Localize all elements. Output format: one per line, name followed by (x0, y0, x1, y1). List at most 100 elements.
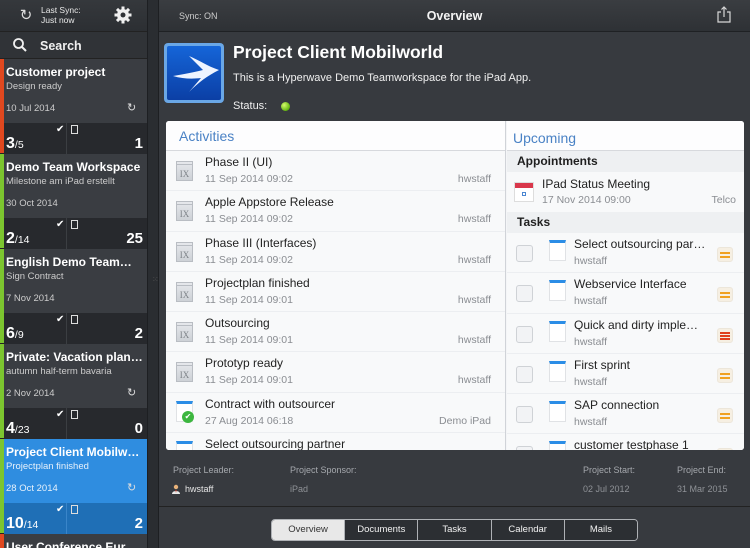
page-title: Overview (426, 9, 483, 23)
project-list-item[interactable]: Customer project Design ready 10 Jul 2014 ↻… (0, 59, 147, 154)
activity-date: 27 Aug 2014 06:18 (205, 414, 294, 427)
content-panels: Activities IX Phase II (UI) 11 Sep 2014 09… (166, 121, 744, 450)
project-start-label: Project Start: (583, 465, 636, 475)
document-count: 0 (134, 420, 143, 437)
appointments-list: IPad Status Meeting 17 Nov 2014 09:00 Telc… (507, 172, 744, 212)
tab-tasks[interactable]: Tasks (417, 520, 491, 540)
task-progress: 3/5 (6, 135, 24, 153)
share-icon[interactable] (716, 5, 732, 24)
appointment-row[interactable]: IPad Status Meeting 17 Nov 2014 09:00 Telc… (507, 172, 744, 212)
appointment-date: 17 Nov 2014 09:00 (542, 194, 631, 206)
project-item-subtitle: Sign Contract (6, 271, 64, 282)
activity-user: hwstaff (457, 173, 491, 185)
task-progress: 2/14 (6, 230, 30, 248)
segmented-tabs: Overview Documents Tasks Calendar Mails (271, 519, 638, 541)
project-item-title: Private: Vacation plan… (6, 350, 143, 364)
document-count: 2 (134, 515, 143, 532)
task-row[interactable]: Quick and dirty imple… hwstaff (507, 313, 744, 354)
priority-icon (717, 327, 733, 343)
project-list-item[interactable]: User Conference Eur… (0, 534, 147, 548)
activity-date: 11 Sep 2014 09:01 (205, 334, 293, 347)
tasks-done: 2 (6, 230, 15, 247)
project-info: Project Leader: hwstaff Project Sponsor:… (159, 455, 750, 507)
project-item-stats: ✔ 6/9 2 (4, 313, 147, 344)
document-count: 2 (134, 325, 143, 342)
milestone-icon: IX (176, 322, 193, 343)
sync-icon: ↻ (127, 102, 137, 114)
tasks-total: /14 (23, 519, 39, 531)
project-item-stats: ✔ 4/23 0 (4, 408, 147, 439)
task-checkbox[interactable] (516, 285, 533, 303)
project-leader-value[interactable]: hwstaff (185, 484, 213, 494)
task-row[interactable]: customer testphase 1 (507, 434, 744, 450)
task-icon (549, 401, 566, 423)
project-list-item[interactable]: Project Client Mobilw… Projectplan finish… (0, 439, 147, 534)
task-row[interactable]: Webservice Interface hwstaff (507, 273, 744, 314)
activity-date: 11 Sep 2014 09:02 (205, 213, 293, 226)
sidebar-header: ↻ Last Sync: Just now (0, 0, 147, 32)
user-icon (172, 484, 180, 494)
task-icon (549, 280, 566, 302)
task-row[interactable]: First sprint hwstaff (507, 353, 744, 395)
split-view-divider[interactable]: ⁙ (147, 0, 159, 548)
last-sync-label: Last Sync: (41, 5, 81, 15)
activity-title: Phase II (UI) (205, 155, 273, 169)
project-item-subtitle: Milestone am iPad erstellt (6, 176, 115, 187)
gear-icon[interactable] (113, 5, 133, 25)
sidebar: ↻ Last Sync: Just now Search Customer pr… (0, 0, 147, 548)
project-header: Project Client Mobilworld This is a Hype… (159, 32, 750, 120)
appointment-title: IPad Status Meeting (542, 177, 651, 191)
project-item-date: 2 Nov 2014 (6, 388, 55, 399)
task-checkbox[interactable] (516, 446, 533, 450)
activity-title: Projectplan finished (205, 275, 310, 290)
drag-handle-icon[interactable]: ⁙ (152, 275, 159, 287)
tab-mails[interactable]: Mails (563, 520, 637, 540)
activity-title: Apple Appstore Release (205, 195, 334, 210)
project-logo (164, 43, 224, 103)
priority-icon (717, 287, 733, 303)
priority-icon (717, 247, 733, 262)
sync-icon: ↻ (127, 387, 137, 399)
project-item-title: English Demo Team… (6, 255, 132, 269)
task-icon (549, 320, 566, 342)
activities-panel: Activities IX Phase II (UI) 11 Sep 2014 09… (166, 121, 506, 450)
task-checkbox[interactable] (516, 406, 533, 424)
activity-row[interactable]: ✔ Contract with outsourcer 27 Aug 2014 06:… (166, 392, 505, 434)
task-title: customer testphase 1 (574, 438, 689, 450)
activity-row[interactable]: IX Phase II (UI) 11 Sep 2014 09:02 hwstaff (166, 151, 505, 192)
project-list-item[interactable]: English Demo Team… Sign Contract 7 Nov 201… (0, 249, 147, 344)
project-color-stripe (0, 534, 4, 548)
task-row[interactable]: SAP connection hwstaff (507, 394, 744, 435)
task-row[interactable]: Select outsourcing par… hwstaff (507, 233, 744, 274)
project-item-subtitle: autumn half-term bavaria (6, 366, 112, 377)
activity-row[interactable]: IX Outsourcing 11 Sep 2014 09:01 hwstaff (166, 312, 505, 353)
activity-title: Phase III (Interfaces) (205, 235, 317, 250)
activity-row[interactable]: IX Apple Appstore Release 11 Sep 2014 09:0… (166, 191, 505, 232)
task-checkbox[interactable] (516, 325, 533, 343)
task-progress: 10/14 (6, 515, 38, 533)
activity-title: Select outsourcing partner (205, 437, 346, 450)
project-list-item[interactable]: Demo Team Workspace Milestone am iPad ers… (0, 154, 147, 249)
tab-calendar[interactable]: Calendar (490, 520, 564, 540)
tasks-total: /9 (14, 329, 24, 341)
tasks-done: 10 (6, 515, 24, 532)
milestone-icon: IX (176, 161, 193, 181)
activity-row[interactable]: Select outsourcing partner (166, 433, 505, 450)
sync-icon[interactable]: ↻ (18, 8, 34, 24)
activity-row[interactable]: IX Projectplan finished 11 Sep 2014 09:01 h… (166, 271, 505, 313)
task-checkbox[interactable] (516, 365, 533, 383)
tasks-list: Select outsourcing par… hwstaff Webservice… (507, 233, 744, 450)
tab-documents[interactable]: Documents (344, 520, 418, 540)
tasks-done: 4 (6, 420, 15, 437)
activity-row[interactable]: IX Phase III (Interfaces) 11 Sep 2014 09:0… (166, 231, 505, 272)
project-list-item[interactable]: Private: Vacation plan… autumn half-term … (0, 344, 147, 439)
checkmark-icon: ✔ (56, 314, 65, 325)
tab-overview[interactable]: Overview (272, 520, 345, 540)
search-bar[interactable]: Search (0, 32, 147, 59)
tasks-heading: Tasks (507, 212, 744, 233)
calendar-icon (514, 182, 534, 202)
project-item-subtitle: Projectplan finished (6, 461, 89, 472)
task-checkbox[interactable] (516, 245, 533, 262)
activity-row[interactable]: IX Prototyp ready 11 Sep 2014 09:01 hwstaff (166, 352, 505, 393)
hyperwave-logo-icon (173, 56, 219, 92)
